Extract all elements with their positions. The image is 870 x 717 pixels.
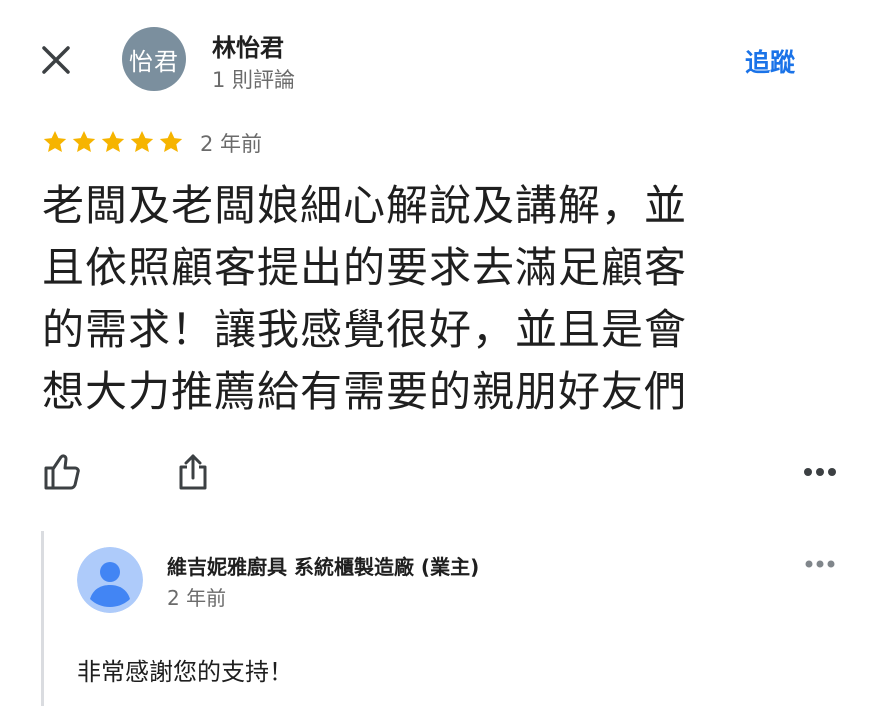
owner-avatar <box>77 547 143 613</box>
share-button[interactable] <box>175 452 211 492</box>
star-rating <box>42 129 184 155</box>
reviewer-name[interactable]: 林怡君 <box>212 28 284 63</box>
star-icon <box>159 130 183 152</box>
review-time: 2 年前 <box>200 132 263 156</box>
share-icon <box>179 454 207 490</box>
like-button[interactable] <box>42 452 82 492</box>
avatar-initials: 怡君 <box>129 47 179 76</box>
owner-reply-more-button[interactable] <box>802 554 838 574</box>
star-icon <box>43 130 67 152</box>
person-icon <box>77 547 143 613</box>
owner-name: 維吉妮雅廚具 系統櫃製造廠 (業主) <box>167 555 480 579</box>
review-text-line: 且依照顧客提出的要求去滿足顧客 <box>42 243 688 292</box>
reviewer-avatar[interactable]: 怡君 <box>122 27 186 91</box>
more-options-button[interactable] <box>800 460 840 484</box>
review-detail-page: 怡君 林怡君 1 則評論 追蹤 2 年前 老闆及老闆娘細心解說及講解，並 且依照… <box>0 0 870 717</box>
star-icon <box>130 130 154 152</box>
owner-reply-divider <box>41 531 44 706</box>
review-text-line: 想大力推薦給有需要的親朋好友們 <box>42 367 688 416</box>
close-button[interactable] <box>36 40 76 80</box>
thumbs-up-icon <box>44 454 80 490</box>
star-icon <box>72 130 96 152</box>
star-icon <box>101 130 125 152</box>
more-horizontal-icon <box>805 560 835 568</box>
follow-button[interactable]: 追蹤 <box>745 43 795 79</box>
close-icon <box>42 46 70 74</box>
owner-reply-text: 非常感謝您的支持！ <box>77 658 293 686</box>
more-horizontal-icon <box>804 468 836 476</box>
reviewer-review-count: 1 則評論 <box>212 68 296 92</box>
owner-reply-time: 2 年前 <box>167 586 227 610</box>
review-text: 老闆及老闆娘細心解說及講解，並 且依照顧客提出的要求去滿足顧客 的需求！讓我感覺… <box>42 175 802 423</box>
review-text-line: 的需求！讓我感覺很好，並且是會 <box>42 305 688 354</box>
review-text-line: 老闆及老闆娘細心解說及講解，並 <box>42 181 688 230</box>
